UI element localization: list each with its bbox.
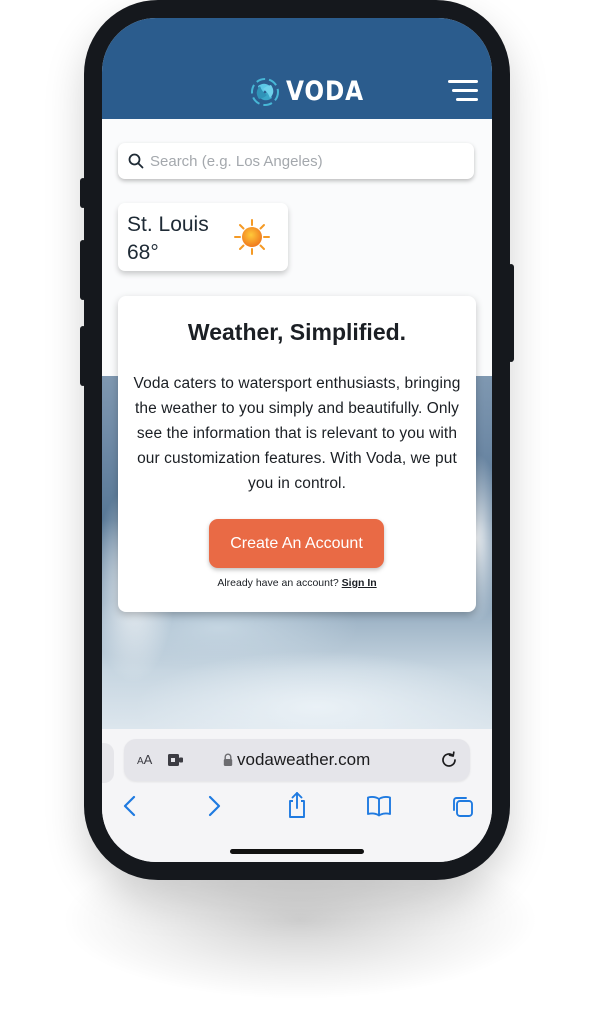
hero-description: Voda caters to watersport enthusiasts, b… <box>133 375 461 492</box>
power-button <box>508 264 514 362</box>
brand-name: VODA <box>286 76 364 107</box>
browser-nav-row <box>102 792 492 825</box>
tabs-icon[interactable] <box>451 795 475 819</box>
lock-icon <box>223 753 233 766</box>
bookmarks-icon[interactable] <box>366 795 392 817</box>
signin-prompt: Already have an account? <box>217 577 339 589</box>
reload-icon[interactable] <box>439 750 459 770</box>
text-size-button[interactable]: AA <box>137 752 152 767</box>
phone-screen: VODA Search (e.g. Los Angeles) St. Louis… <box>102 18 492 862</box>
hero-title: Weather, Simplified. <box>187 319 407 345</box>
sign-in-link[interactable]: Sign In <box>342 577 377 589</box>
mute-switch <box>80 178 86 208</box>
voda-swirl-logo-icon <box>251 77 279 106</box>
home-indicator[interactable] <box>230 849 364 854</box>
back-icon[interactable] <box>122 795 138 817</box>
search-placeholder: Search (e.g. Los Angeles) <box>150 152 323 170</box>
app-header: VODA <box>102 18 492 119</box>
city-temperature: 68° <box>127 241 159 264</box>
address-bar[interactable]: AA vodaweather.com <box>124 739 470 781</box>
hero-card: Weather, Simplified. Voda caters to wate… <box>118 296 476 612</box>
page-content: Search (e.g. Los Angeles) St. Louis 68° <box>102 119 492 729</box>
search-input[interactable]: Search (e.g. Los Angeles) <box>118 143 474 179</box>
share-icon[interactable] <box>286 791 308 819</box>
hamburger-menu-icon[interactable] <box>444 80 478 104</box>
forward-icon[interactable] <box>206 795 222 817</box>
sun-icon <box>234 219 270 255</box>
search-icon <box>128 153 144 169</box>
volume-up-button <box>80 240 86 300</box>
create-account-button[interactable]: Create An Account <box>209 519 384 568</box>
volume-down-button <box>80 326 86 386</box>
puzzle-extension-icon[interactable] <box>167 752 185 768</box>
brand-logo[interactable]: VODA <box>250 76 377 107</box>
signin-row: Already have an account? Sign In <box>118 577 476 589</box>
city-name: St. Louis <box>127 213 209 236</box>
previous-tab-peek[interactable] <box>102 743 114 783</box>
city-weather-card[interactable]: St. Louis 68° <box>118 203 288 271</box>
browser-toolbar: AA vodaweather.com <box>102 729 492 862</box>
url-text: vodaweather.com <box>237 750 371 769</box>
